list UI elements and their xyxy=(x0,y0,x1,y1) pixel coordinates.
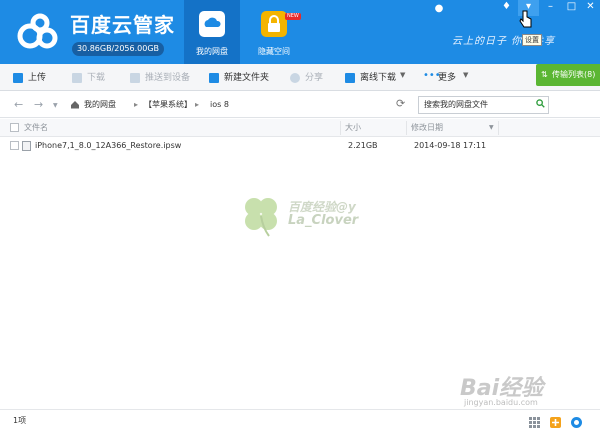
transfer-icon: ⇅ xyxy=(541,70,548,79)
column-divider xyxy=(498,121,499,135)
tab-label: 我的网盘 xyxy=(196,47,228,56)
user-avatar-icon[interactable]: ● xyxy=(431,2,447,18)
item-count: 1项 xyxy=(13,416,27,425)
file-size: 2.21GB xyxy=(348,141,378,150)
title-bar: 百度云管家 30.86GB/2056.00GB 我的网盘 NEW 隐藏空间 云上… xyxy=(0,0,600,64)
app-name: 百度云管家 xyxy=(70,13,175,37)
new-badge: NEW xyxy=(285,13,301,20)
search-icon[interactable] xyxy=(536,99,545,108)
device-icon xyxy=(130,73,140,83)
storage-quota: 30.86GB/2056.00GB xyxy=(72,42,164,56)
push-device-button[interactable]: 推送到设备 xyxy=(130,71,190,85)
baidu-jingyan-url: jingyan.baidu.com xyxy=(464,398,538,407)
column-divider xyxy=(406,121,407,135)
column-header-size[interactable]: 大小 xyxy=(345,119,361,137)
lock-icon xyxy=(261,11,287,37)
table-row[interactable]: iPhone7,1_8.0_12A366_Restore.ipsw 2.21GB… xyxy=(0,137,600,155)
watermark-author-line2: La_Clover xyxy=(288,213,359,228)
column-divider xyxy=(340,121,341,135)
share-icon xyxy=(290,73,300,83)
push-device-label: 推送到设备 xyxy=(145,73,191,83)
close-icon[interactable]: ✕ xyxy=(580,0,600,16)
breadcrumb: 我的网盘 ▸ 【苹果系统】 ▸ ios 8 xyxy=(70,97,414,113)
bell-icon[interactable]: ♦ xyxy=(496,0,517,16)
refresh-icon[interactable]: ⟳ xyxy=(396,97,405,110)
minimize-icon[interactable]: – xyxy=(540,0,561,16)
clover-watermark-icon xyxy=(245,198,277,237)
tab-my-netdisk[interactable]: 我的网盘 xyxy=(184,0,240,64)
new-folder-icon xyxy=(209,73,219,83)
breadcrumb-separator-icon: ▸ xyxy=(134,100,139,109)
offline-download-icon xyxy=(345,73,355,83)
forward-arrow-icon[interactable]: → xyxy=(34,98,43,111)
cloud-drive-icon xyxy=(199,11,225,37)
transfer-list-button[interactable]: ⇅ 传输列表(8) xyxy=(536,64,600,86)
breadcrumb-my-netdisk[interactable]: 我的网盘 xyxy=(84,97,116,113)
download-icon xyxy=(72,73,82,83)
select-all-checkbox[interactable] xyxy=(10,123,19,132)
upload-icon xyxy=(13,73,23,83)
share-button[interactable]: 分享 xyxy=(290,71,323,85)
file-list-header: 文件名 大小 修改日期 ▼ xyxy=(0,119,600,137)
new-folder-label: 新建文件夹 xyxy=(224,73,270,83)
download-label: 下载 xyxy=(87,73,106,83)
mouse-cursor-icon xyxy=(519,10,532,28)
row-checkbox[interactable] xyxy=(10,141,19,150)
file-icon xyxy=(22,141,31,151)
grid-view-icon[interactable] xyxy=(529,417,540,428)
back-arrow-icon[interactable]: ← xyxy=(14,98,23,111)
tab-hidden-space[interactable]: NEW 隐藏空间 xyxy=(246,0,302,64)
ellipsis-icon: ••• xyxy=(423,70,441,81)
chevron-down-icon[interactable]: ▼ xyxy=(400,71,405,79)
breadcrumb-separator-icon: ▸ xyxy=(195,100,200,109)
baidu-cloud-logo-icon xyxy=(17,13,58,49)
settings-tooltip: 设置 xyxy=(522,34,542,46)
sort-chevron-icon[interactable]: ▼ xyxy=(489,119,494,137)
new-folder-button[interactable]: 新建文件夹 xyxy=(209,71,269,85)
status-bar: 1项 xyxy=(0,409,600,433)
column-header-name[interactable]: 文件名 xyxy=(24,119,48,137)
share-label: 分享 xyxy=(305,73,324,83)
breadcrumb-apple-system[interactable]: 【苹果系统】 xyxy=(144,97,192,113)
address-bar: ← → ▼ 我的网盘 ▸ 【苹果系统】 ▸ ios 8 ⟳ 搜索我的网盘文件 xyxy=(0,92,600,118)
search-input[interactable]: 搜索我的网盘文件 xyxy=(418,96,549,114)
offline-download-label: 离线下载 xyxy=(360,73,397,83)
history-dropdown-icon[interactable]: ▼ xyxy=(53,102,58,109)
transfer-list-label: 传输列表(8) xyxy=(552,70,596,79)
add-icon[interactable] xyxy=(550,417,561,428)
column-header-modified[interactable]: 修改日期 xyxy=(411,119,443,137)
maximize-icon[interactable]: □ xyxy=(561,0,582,16)
file-name[interactable]: iPhone7,1_8.0_12A366_Restore.ipsw xyxy=(35,137,181,155)
breadcrumb-ios8[interactable]: ios 8 xyxy=(210,97,229,113)
home-icon[interactable] xyxy=(70,100,80,109)
upload-label: 上传 xyxy=(28,73,47,83)
download-button[interactable]: 下载 xyxy=(72,71,105,85)
more-button[interactable]: ••• 更多 xyxy=(423,71,456,85)
upload-button[interactable]: 上传 xyxy=(13,71,46,85)
help-icon[interactable] xyxy=(571,417,582,428)
offline-download-button[interactable]: 离线下载 xyxy=(345,71,396,85)
toolbar: 上传 下载 推送到设备 新建文件夹 分享 离线下载 ▼ ••• 更多 ▼ xyxy=(0,64,600,91)
chevron-down-icon[interactable]: ▼ xyxy=(463,71,468,79)
tab-label: 隐藏空间 xyxy=(258,47,290,56)
file-modified-date: 2014-09-18 17:11 xyxy=(414,141,487,150)
